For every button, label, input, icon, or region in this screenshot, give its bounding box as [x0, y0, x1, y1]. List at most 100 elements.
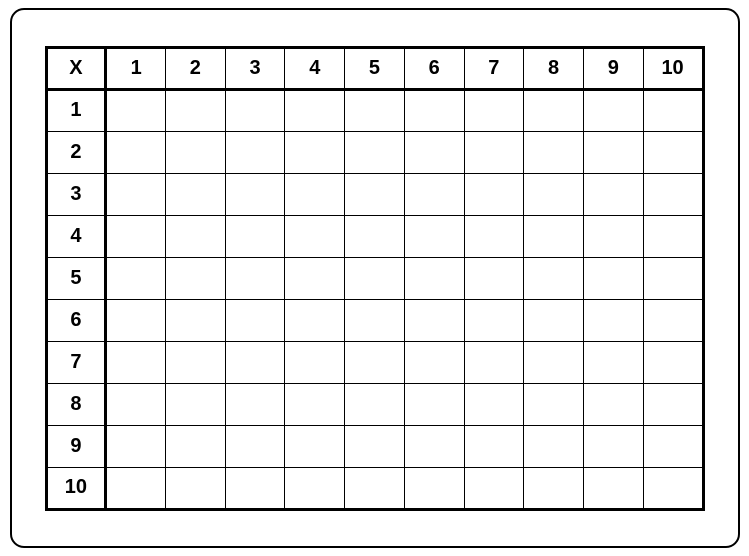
table-row: 4: [46, 215, 703, 257]
table-row: 9: [46, 425, 703, 467]
cell: [166, 131, 226, 173]
cell: [464, 173, 524, 215]
cell: [404, 89, 464, 131]
table-row: 7: [46, 341, 703, 383]
cell: [285, 215, 345, 257]
cell: [166, 341, 226, 383]
row-header: 7: [46, 341, 106, 383]
corner-cell: X: [46, 47, 106, 89]
cell: [106, 383, 166, 425]
cell: [225, 131, 285, 173]
cell: [404, 131, 464, 173]
table-row: 1: [46, 89, 703, 131]
cell: [583, 257, 643, 299]
cell: [404, 383, 464, 425]
row-header: 4: [46, 215, 106, 257]
cell: [225, 467, 285, 509]
cell: [643, 467, 703, 509]
cell: [345, 467, 405, 509]
cell: [225, 89, 285, 131]
cell: [106, 89, 166, 131]
cell: [524, 173, 584, 215]
cell: [583, 131, 643, 173]
cell: [643, 299, 703, 341]
cell: [345, 299, 405, 341]
cell: [345, 173, 405, 215]
cell: [166, 173, 226, 215]
cell: [464, 257, 524, 299]
table-body: 1 2: [46, 89, 703, 509]
cell: [166, 299, 226, 341]
cell: [524, 89, 584, 131]
cell: [285, 299, 345, 341]
cell: [106, 299, 166, 341]
cell: [285, 425, 345, 467]
cell: [464, 89, 524, 131]
cell: [404, 467, 464, 509]
table-row: 10: [46, 467, 703, 509]
cell: [643, 89, 703, 131]
cell: [285, 257, 345, 299]
col-header: 7: [464, 47, 524, 89]
cell: [524, 257, 584, 299]
cell: [524, 215, 584, 257]
cell: [583, 383, 643, 425]
cell: [643, 341, 703, 383]
cell: [643, 383, 703, 425]
col-header: 9: [583, 47, 643, 89]
cell: [285, 383, 345, 425]
cell: [106, 173, 166, 215]
cell: [524, 467, 584, 509]
cell: [404, 215, 464, 257]
cell: [404, 299, 464, 341]
cell: [404, 257, 464, 299]
cell: [464, 215, 524, 257]
cell: [524, 425, 584, 467]
col-header: 6: [404, 47, 464, 89]
cell: [583, 341, 643, 383]
cell: [643, 215, 703, 257]
col-header: 4: [285, 47, 345, 89]
cell: [225, 383, 285, 425]
cell: [643, 173, 703, 215]
cell: [106, 425, 166, 467]
row-header: 8: [46, 383, 106, 425]
cell: [345, 383, 405, 425]
cell: [583, 425, 643, 467]
cell: [166, 257, 226, 299]
cell: [225, 425, 285, 467]
header-row: X 1 2 3 4 5 6 7 8 9 10: [46, 47, 703, 89]
cell: [106, 215, 166, 257]
table-row: 6: [46, 299, 703, 341]
cell: [225, 257, 285, 299]
cell: [345, 257, 405, 299]
cell: [524, 341, 584, 383]
cell: [225, 341, 285, 383]
cell: [166, 383, 226, 425]
cell: [106, 341, 166, 383]
cell: [464, 131, 524, 173]
col-header: 3: [225, 47, 285, 89]
cell: [464, 299, 524, 341]
cell: [166, 425, 226, 467]
cell: [643, 257, 703, 299]
row-header: 10: [46, 467, 106, 509]
multiplication-table: X 1 2 3 4 5 6 7 8 9 10 1: [45, 46, 705, 511]
cell: [643, 131, 703, 173]
cell: [583, 89, 643, 131]
col-header: 2: [166, 47, 226, 89]
cell: [524, 383, 584, 425]
cell: [524, 299, 584, 341]
cell: [285, 131, 345, 173]
row-header: 6: [46, 299, 106, 341]
cell: [404, 341, 464, 383]
cell: [583, 173, 643, 215]
cell: [106, 257, 166, 299]
row-header: 3: [46, 173, 106, 215]
cell: [166, 467, 226, 509]
cell: [166, 89, 226, 131]
cell: [643, 425, 703, 467]
cell: [345, 341, 405, 383]
cell: [464, 341, 524, 383]
cell: [464, 425, 524, 467]
